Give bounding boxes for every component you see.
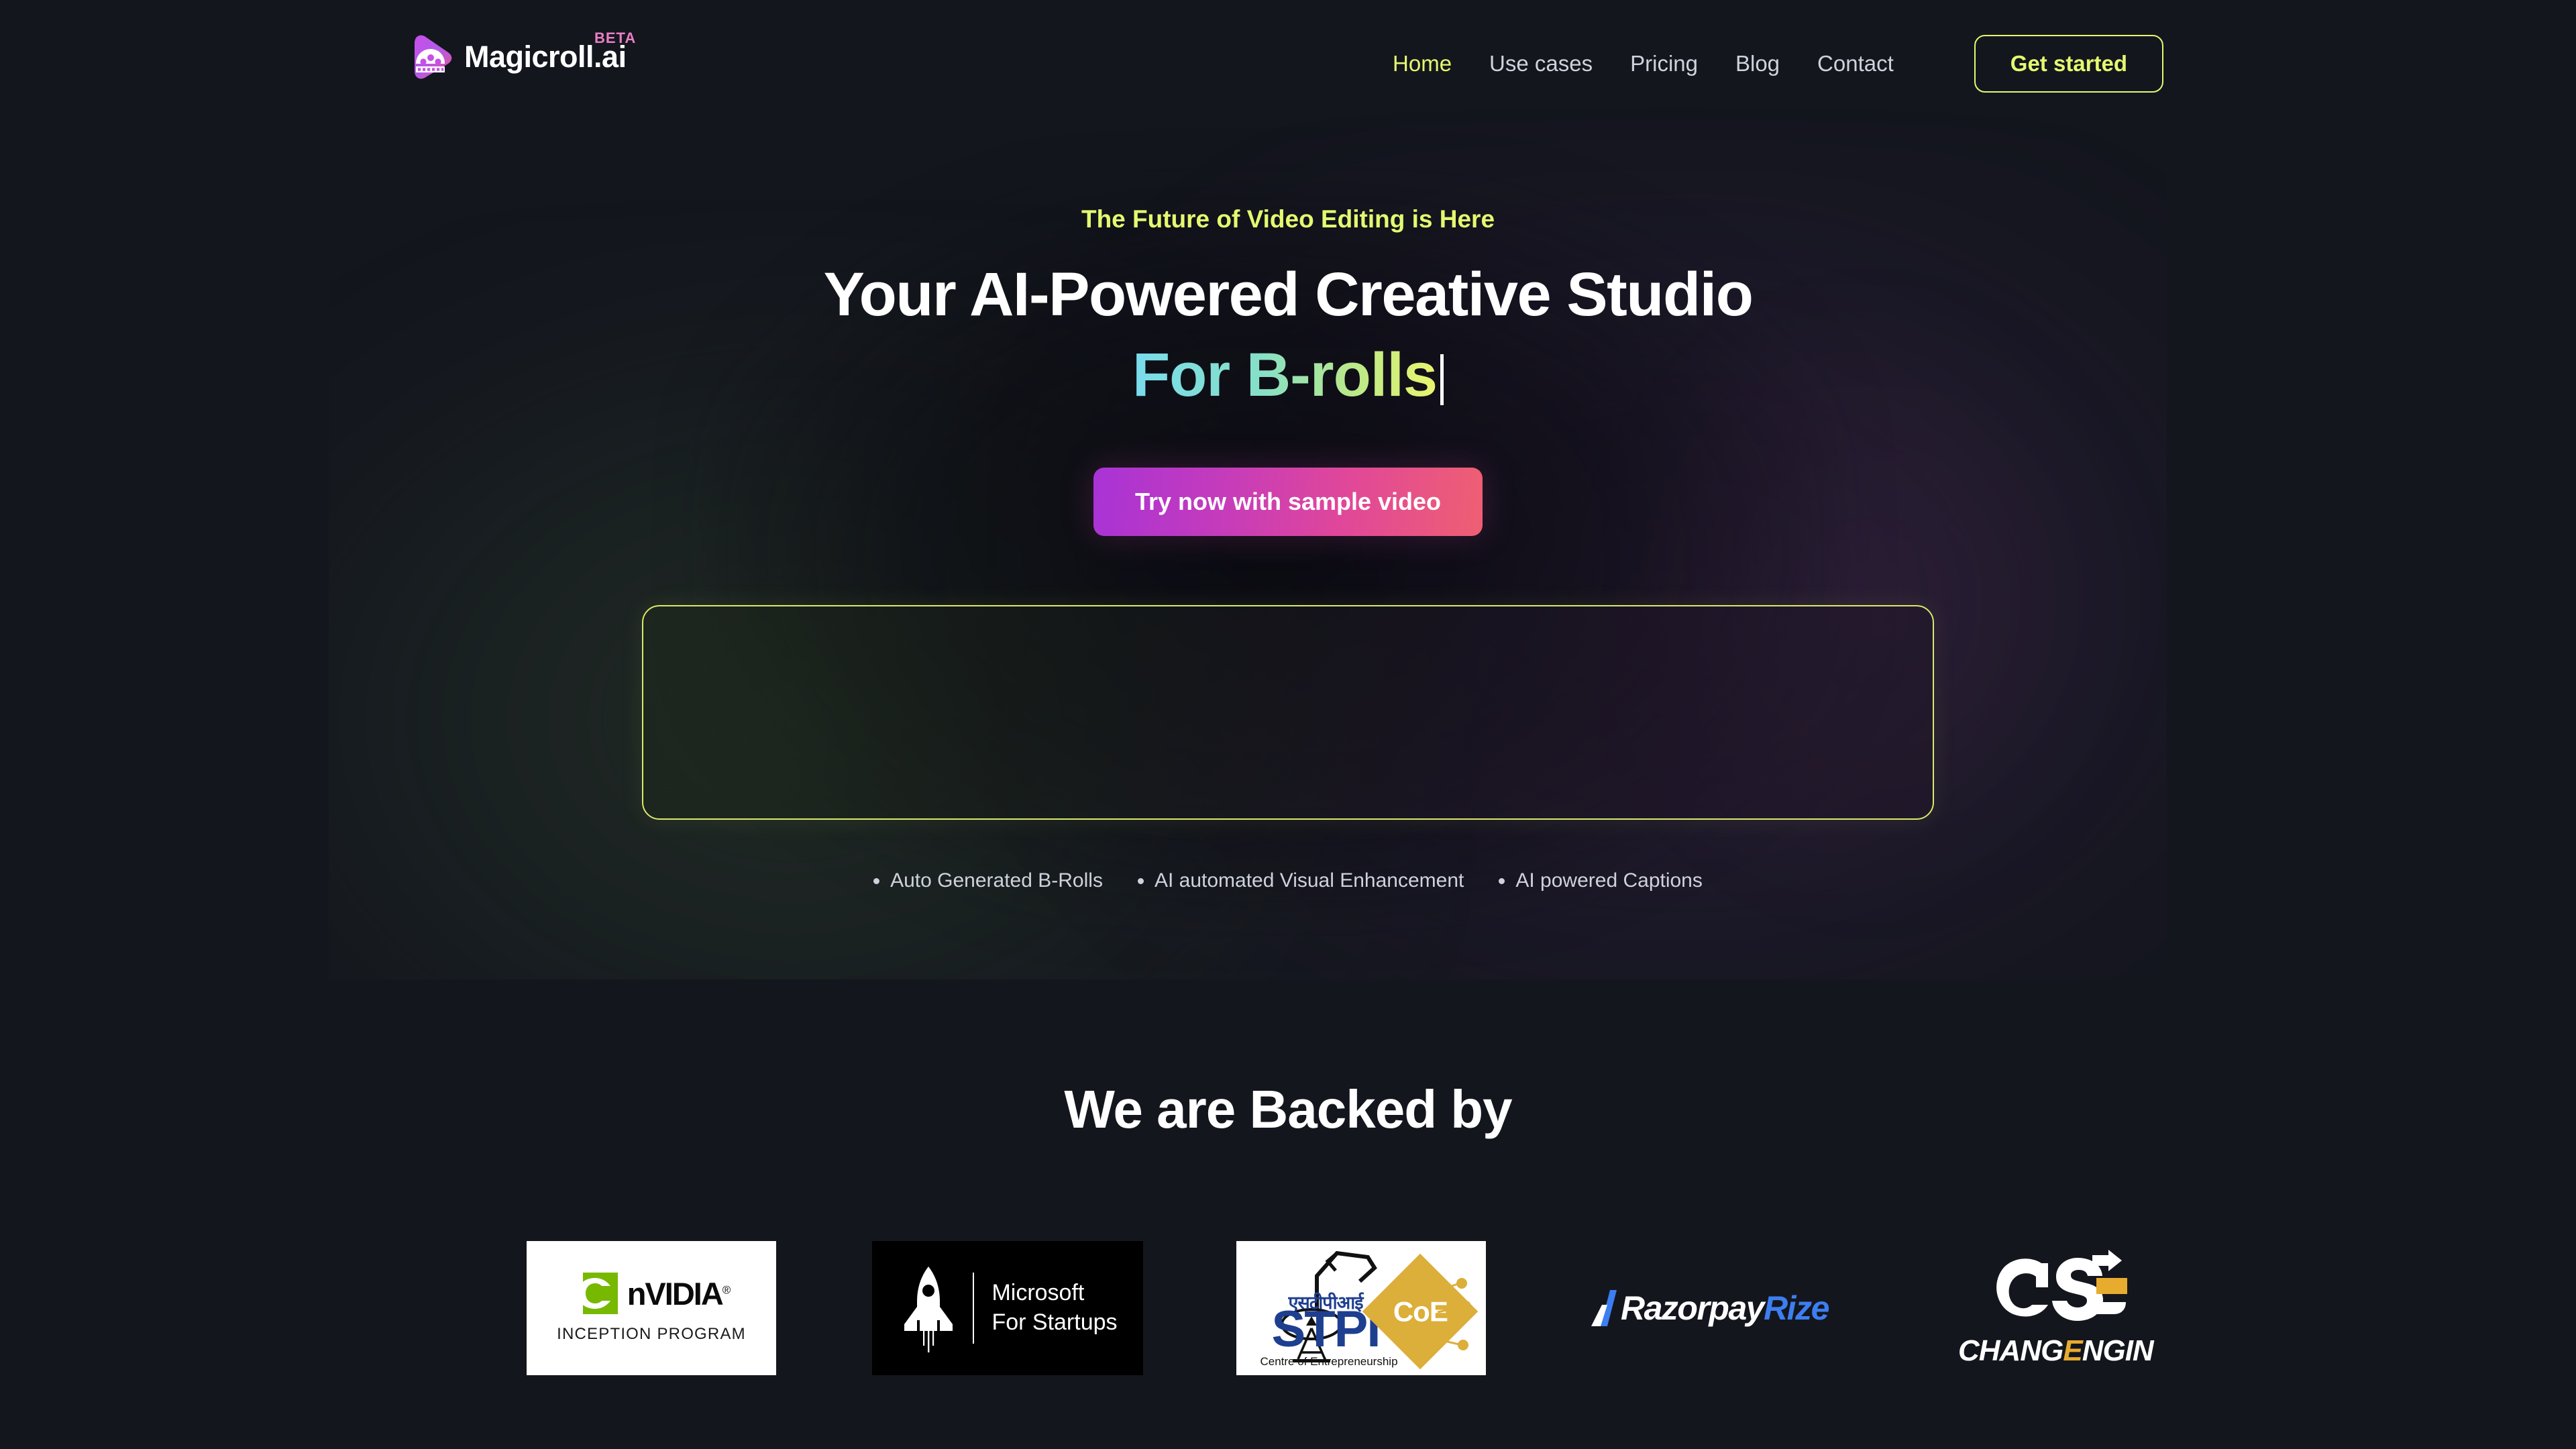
changeengine-wordmark: CHANGENGIN — [1958, 1334, 2154, 1368]
video-preview-frame[interactable] — [642, 605, 1934, 820]
changeengine-word-gold: E — [2063, 1334, 2082, 1367]
backer-logo-razorpay-rize: Razorpay Rize — [1590, 1241, 1858, 1375]
changeengine-ce-icon — [1977, 1248, 2129, 1329]
feature-label: AI powered Captions — [1515, 869, 1703, 892]
glow-green — [329, 221, 1456, 979]
bullet-dot-icon — [1499, 877, 1505, 884]
brand-logo[interactable]: Magicroll.ai BETA — [405, 30, 635, 82]
nav-link-blog[interactable]: Blog — [1717, 51, 1799, 76]
feature-item: AI automated Visual Enhancement — [1120, 869, 1481, 892]
get-started-button[interactable]: Get started — [1974, 35, 2163, 93]
changeengine-word-a: CHANG — [1958, 1334, 2063, 1367]
backer-logo-microsoft: Microsoft For Startups — [872, 1241, 1143, 1375]
nvidia-registered-icon: ® — [722, 1283, 731, 1296]
razorpay-chart-icon — [1590, 1290, 1618, 1326]
feature-label: AI automated Visual Enhancement — [1154, 869, 1464, 892]
hero-cta-wrap: Try now with sample video — [0, 468, 2576, 536]
nav-link-contact[interactable]: Contact — [1799, 51, 1913, 76]
nvidia-logo-top: nVIDIA® — [574, 1273, 731, 1314]
rocket-icon — [898, 1264, 959, 1352]
hero-headline-typed-text: For B-rolls — [1132, 341, 1438, 409]
hero-headline-line2: For B-rolls — [0, 339, 2576, 412]
changeengine-word-b: NGIN — [2082, 1334, 2154, 1367]
feature-item: Auto Generated B-Rolls — [856, 869, 1120, 892]
backed-by-title: We are Backed by — [1064, 1079, 1512, 1139]
nav-link-home[interactable]: Home — [1374, 51, 1470, 76]
play-film-reel-icon — [405, 32, 455, 82]
stpi-node-lines-icon — [1437, 1278, 1471, 1350]
hero-tagline: The Future of Video Editing is Here — [1081, 205, 1495, 233]
razorpay-word: Razorpay — [1621, 1289, 1765, 1327]
nvidia-eye-icon — [574, 1273, 618, 1314]
microsoft-wordmark: Microsoft For Startups — [991, 1279, 1117, 1337]
try-sample-video-button[interactable]: Try now with sample video — [1093, 468, 1483, 536]
beta-badge: BETA — [594, 30, 637, 46]
microsoft-line1: Microsoft — [991, 1280, 1085, 1306]
bullet-dot-icon — [1137, 877, 1144, 884]
stpi-subtitle: Centre of Entrepreneurship — [1260, 1355, 1398, 1368]
backer-logo-nvidia: nVIDIA® INCEPTION PROGRAM — [527, 1241, 776, 1375]
typing-caret — [1440, 354, 1444, 405]
nvidia-word-text: nVIDIA — [627, 1275, 724, 1311]
feature-item: AI powered Captions — [1481, 869, 1720, 892]
site-header: Magicroll.ai BETA Home Use cases Pricing… — [0, 0, 2576, 127]
nvidia-program-label: INCEPTION PROGRAM — [557, 1325, 746, 1343]
bullet-dot-icon — [873, 877, 880, 884]
nvidia-wordmark: nVIDIA® — [627, 1275, 731, 1311]
hero-feature-list: Auto Generated B-Rolls AI automated Visu… — [0, 869, 2576, 892]
nav-link-use-cases[interactable]: Use cases — [1470, 51, 1611, 76]
divider — [973, 1273, 975, 1344]
hero-headline-line1: Your AI-Powered Creative Studio — [823, 260, 1754, 329]
backer-logo-changeengine: CHANGENGIN — [1955, 1241, 2177, 1375]
backer-logo-stpi: एसटीपीआई STPI CoE Centre of Entrepreneur… — [1236, 1241, 1486, 1375]
rize-word: Rize — [1764, 1289, 1829, 1327]
nav-link-pricing[interactable]: Pricing — [1611, 51, 1717, 76]
feature-label: Auto Generated B-Rolls — [890, 869, 1103, 892]
main-navigation: Home Use cases Pricing Blog Contact Get … — [1374, 0, 2163, 127]
microsoft-line2: For Startups — [991, 1309, 1118, 1335]
backer-logo-row: nVIDIA® INCEPTION PROGRAM Microsoft For … — [0, 1241, 2576, 1389]
